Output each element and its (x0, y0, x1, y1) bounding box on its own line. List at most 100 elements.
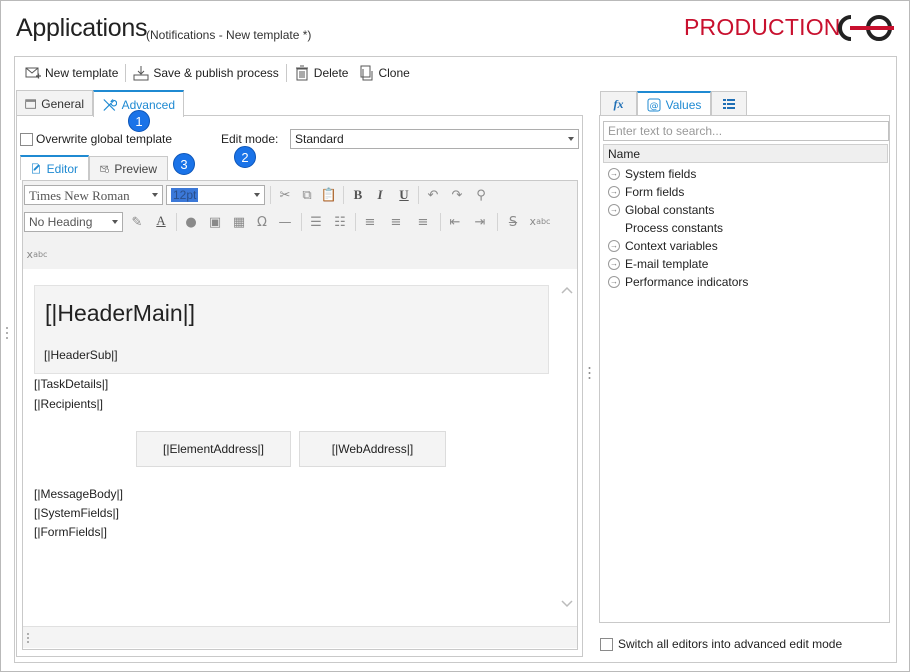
tab-functions[interactable]: fx (600, 91, 637, 116)
tree-item-label: Global constants (625, 203, 715, 217)
tab-editor[interactable]: Editor (20, 155, 89, 180)
chevron-down-icon (112, 220, 118, 224)
indent-icon[interactable]: ⇥ (472, 214, 488, 230)
advanced-mode-switch[interactable]: Switch all editors into advanced edit mo… (600, 637, 842, 651)
horizontal-rule-icon[interactable]: — (277, 214, 293, 230)
tab-list[interactable] (711, 91, 747, 116)
font-size-select[interactable]: 12pt (166, 185, 265, 205)
toolbar-separator (176, 213, 177, 231)
tree-item-performance-indicators[interactable]: → Performance indicators (608, 273, 748, 291)
font-size-value: 12pt (171, 188, 199, 202)
new-mail-icon (25, 67, 41, 79)
save-publish-button[interactable]: Save & publish process (128, 62, 283, 84)
column-header-name[interactable]: Name (603, 144, 888, 163)
svg-text:@: @ (649, 101, 658, 111)
toolbar-separator (497, 213, 498, 231)
toolbar-separator (270, 186, 271, 204)
align-right-icon[interactable]: ≡ (415, 214, 431, 230)
align-center-icon[interactable]: ≡ (388, 214, 404, 230)
clone-button[interactable]: Clone (353, 62, 414, 84)
subscript-icon[interactable]: x abc (26, 246, 48, 262)
font-family-select[interactable]: Times New Roman (24, 185, 163, 205)
editor-status-bar (23, 626, 577, 648)
edit-mode-value: Standard (295, 132, 344, 146)
edit-mode-select[interactable]: Standard (290, 129, 579, 149)
tab-preview[interactable]: Preview (89, 156, 168, 181)
tab-advanced-label: Advanced (121, 97, 175, 112)
page-title: Applications (16, 14, 148, 42)
align-left-icon[interactable]: ≡ (362, 214, 378, 230)
tab-editor-label: Editor (46, 161, 78, 176)
tab-preview-label: Preview (114, 162, 157, 176)
panel-splitter-icon[interactable] (588, 366, 591, 380)
cut-icon[interactable]: ✂ (277, 187, 293, 203)
tree-item-process-constants[interactable]: Process constants (625, 219, 723, 237)
editor-scrollbar[interactable] (557, 270, 577, 626)
bold-icon[interactable]: B (350, 187, 366, 203)
edit-document-icon (31, 163, 40, 174)
advanced-mode-checkbox[interactable] (600, 637, 613, 651)
paste-icon[interactable]: 📋 (321, 187, 337, 203)
outdent-icon[interactable]: ⇤ (447, 214, 463, 230)
chevron-down-icon (152, 193, 158, 197)
expand-arrow-icon[interactable]: → (608, 186, 620, 198)
highlight-pen-icon[interactable]: ✎ (129, 214, 145, 230)
recipients-placeholder: [|Recipients|] (34, 397, 103, 411)
font-family-value: Times New Roman (29, 188, 130, 203)
superscript-icon[interactable]: x abc (529, 213, 551, 229)
tab-general[interactable]: General (16, 90, 93, 116)
insert-link-icon[interactable]: ● (183, 214, 199, 230)
new-template-button[interactable]: New template (20, 62, 123, 84)
insert-table-icon[interactable]: ▦ (231, 214, 247, 230)
scroll-up-icon[interactable] (561, 286, 573, 294)
tab-values[interactable]: @ Values (637, 91, 711, 116)
message-body-placeholder: [|MessageBody|] (34, 487, 123, 501)
web-address-cell: [|WebAddress|] (299, 431, 446, 467)
find-binoculars-icon[interactable]: ⚲ (473, 187, 489, 203)
system-fields-placeholder: [|SystemFields|] (34, 506, 119, 520)
delete-button[interactable]: Delete (289, 62, 354, 84)
step-badge-2: 2 (234, 146, 256, 168)
tree-item-system-fields[interactable]: → System fields (608, 165, 696, 183)
strikethrough-icon[interactable]: S (505, 214, 521, 230)
numbered-list-icon[interactable]: ☰ (308, 214, 324, 230)
overwrite-label: Overwrite global template (36, 132, 173, 146)
step-badge-1: 1 (128, 110, 150, 132)
delete-label: Delete (313, 66, 349, 80)
tree-item-context-variables[interactable]: → Context variables (608, 237, 718, 255)
expand-arrow-icon[interactable]: → (608, 276, 620, 288)
undo-icon[interactable]: ↶ (425, 187, 441, 203)
overwrite-checkbox[interactable] (20, 133, 33, 146)
expand-arrow-icon[interactable]: → (608, 168, 620, 180)
resize-grip-icon[interactable] (26, 632, 30, 644)
advanced-mode-label: Switch all editors into advanced edit mo… (618, 637, 843, 651)
tab-values-label: Values (665, 97, 702, 112)
window-icon (25, 98, 36, 109)
redo-icon[interactable]: ↷ (449, 187, 465, 203)
values-search-input[interactable]: Enter text to search... (603, 121, 889, 141)
toolbar-separator (418, 186, 419, 204)
bullet-list-icon[interactable]: ☷ (332, 214, 348, 230)
heading-select[interactable]: No Heading (24, 212, 123, 232)
italic-icon[interactable]: I (372, 187, 388, 203)
special-character-icon[interactable]: Ω (254, 214, 270, 230)
toolbar-separator (343, 186, 344, 204)
values-icon: @ (647, 98, 661, 111)
header-sub-placeholder: [|HeaderSub|] (44, 348, 118, 362)
left-splitter-icon[interactable] (6, 326, 8, 340)
edit-mode-label: Edit mode: (221, 132, 279, 146)
copy-icon[interactable]: ⧉ (299, 187, 315, 203)
tree-item-form-fields[interactable]: → Form fields (608, 183, 684, 201)
font-color-icon[interactable]: A (153, 213, 169, 229)
tree-item-global-constants[interactable]: → Global constants (608, 201, 714, 219)
new-template-label: New template (45, 66, 119, 80)
insert-image-icon[interactable]: ▣ (207, 214, 223, 230)
chevron-down-icon (568, 137, 574, 141)
expand-arrow-icon[interactable]: → (608, 258, 620, 270)
expand-arrow-icon[interactable]: → (608, 240, 620, 252)
tree-item-email-template[interactable]: → E-mail template (608, 255, 708, 273)
underline-icon[interactable]: U (396, 187, 412, 203)
fx-icon: fx (613, 96, 624, 111)
expand-arrow-icon[interactable]: → (608, 204, 620, 216)
scroll-down-icon[interactable] (561, 600, 573, 608)
